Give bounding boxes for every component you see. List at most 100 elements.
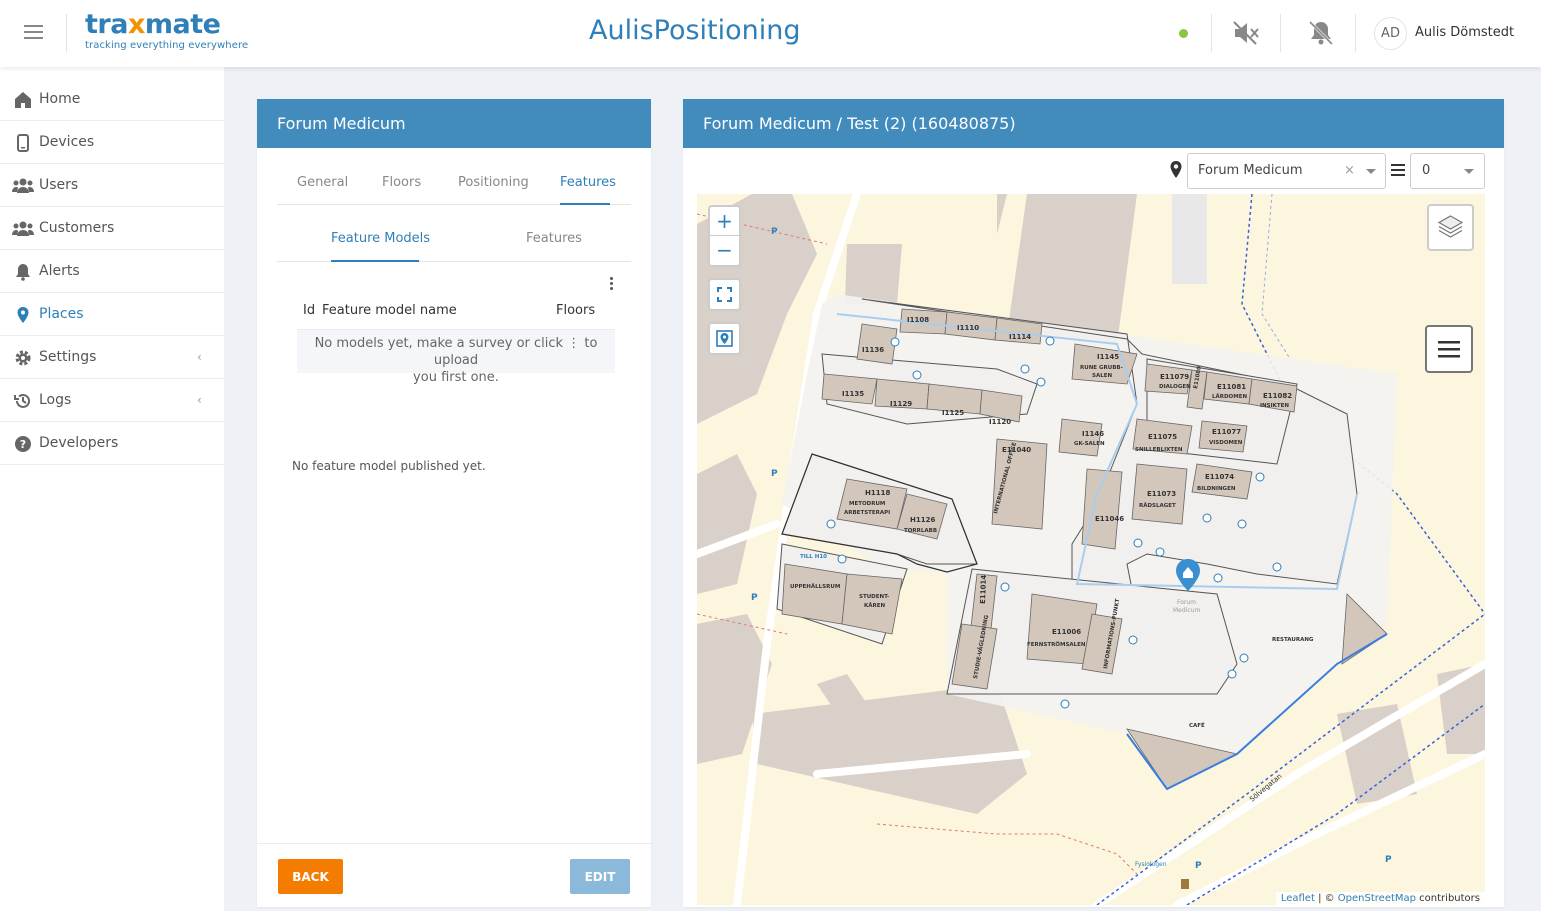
divider bbox=[66, 14, 67, 52]
svg-text:P: P bbox=[771, 469, 778, 479]
bell-off-icon[interactable] bbox=[1307, 20, 1335, 46]
tab-general[interactable]: General bbox=[297, 175, 348, 190]
svg-text:I1125: I1125 bbox=[942, 409, 964, 417]
svg-text:RÅDSLAGET: RÅDSLAGET bbox=[1139, 502, 1176, 509]
svg-text:I1120: I1120 bbox=[989, 418, 1011, 426]
empty-table-message: No models yet, make a survey or click ⋮ … bbox=[297, 329, 615, 385]
more-options-icon[interactable] bbox=[609, 277, 615, 293]
subtab-bar: Feature Models Features bbox=[277, 223, 631, 262]
svg-text:GK-SALEN: GK-SALEN bbox=[1074, 441, 1105, 447]
svg-text:FERNSTRÖMSALEN: FERNSTRÖMSALEN bbox=[1027, 641, 1086, 648]
logo[interactable]: traxmate tracking everything everywhere bbox=[85, 10, 248, 52]
locate-icon bbox=[716, 330, 733, 347]
svg-text:CAFÉ: CAFÉ bbox=[1189, 721, 1205, 729]
svg-text:KÅREN: KÅREN bbox=[864, 602, 886, 609]
sidebar-item-home[interactable]: Home bbox=[0, 78, 224, 121]
subtab-feature-models[interactable]: Feature Models bbox=[331, 231, 430, 246]
clear-icon[interactable]: × bbox=[1344, 154, 1355, 188]
volume-mute-icon[interactable] bbox=[1232, 20, 1260, 46]
divider bbox=[257, 843, 651, 844]
svg-text:H1118: H1118 bbox=[865, 489, 890, 497]
customers-icon bbox=[12, 221, 34, 236]
locate-button[interactable] bbox=[708, 322, 741, 355]
subtab-features[interactable]: Features bbox=[526, 231, 582, 246]
panel-title: Forum Medicum / Test (2) (160480875) bbox=[683, 99, 1504, 148]
sidebar: Home Devices Users Customers Alerts Plac… bbox=[0, 67, 224, 911]
svg-text:P: P bbox=[1385, 855, 1392, 865]
svg-text:I1129: I1129 bbox=[890, 400, 912, 408]
map-view[interactable]: I1108 I1110 I1114 I1136 I1145 RUNE GRUBB… bbox=[697, 194, 1485, 905]
sidebar-item-users[interactable]: Users bbox=[0, 164, 224, 207]
map-pin-icon bbox=[17, 307, 29, 323]
svg-text:P: P bbox=[771, 227, 778, 237]
svg-text:E11074: E11074 bbox=[1205, 473, 1234, 481]
svg-text:METODRUM: METODRUM bbox=[849, 501, 885, 507]
gear-icon bbox=[15, 350, 31, 366]
zoom-out-button[interactable]: − bbox=[710, 236, 739, 265]
place-select[interactable]: Forum Medicum × bbox=[1187, 153, 1386, 189]
map-panel: Forum Medicum / Test (2) (160480875) For… bbox=[683, 99, 1504, 907]
floor-plan-map: I1108 I1110 I1114 I1136 I1145 RUNE GRUBB… bbox=[697, 194, 1485, 905]
svg-text:STUDENT-: STUDENT- bbox=[859, 594, 889, 600]
svg-text:E11077: E11077 bbox=[1212, 428, 1241, 436]
user-name[interactable]: Aulis Dömstedt bbox=[1415, 25, 1514, 40]
layers-icon bbox=[1437, 215, 1464, 238]
edit-button[interactable]: EDIT bbox=[570, 859, 630, 894]
svg-text:E11082: E11082 bbox=[1263, 392, 1292, 400]
map-menu-button[interactable] bbox=[1425, 325, 1473, 373]
divider bbox=[1355, 14, 1356, 52]
chevron-left-icon: ‹ bbox=[197, 350, 202, 364]
fullscreen-button[interactable] bbox=[708, 278, 741, 311]
sidebar-item-settings[interactable]: Settings ‹ bbox=[0, 336, 224, 379]
svg-text:I1146: I1146 bbox=[1082, 430, 1104, 438]
svg-text:E11006: E11006 bbox=[1052, 628, 1081, 636]
svg-text:I1108: I1108 bbox=[907, 316, 929, 324]
sidebar-item-developers[interactable]: ? Developers bbox=[0, 422, 224, 465]
zoom-control: + − bbox=[708, 205, 741, 267]
svg-text:I1114: I1114 bbox=[1009, 333, 1031, 341]
sidebar-item-label: Alerts bbox=[39, 263, 80, 279]
divider bbox=[1211, 14, 1212, 52]
sidebar-item-label: Developers bbox=[39, 435, 119, 451]
sidebar-item-customers[interactable]: Customers bbox=[0, 207, 224, 250]
svg-text:H1126: H1126 bbox=[910, 516, 935, 524]
svg-text:Forum: Forum bbox=[1177, 599, 1196, 606]
svg-text:E11014: E11014 bbox=[979, 575, 988, 605]
top-bar: traxmate tracking everything everywhere … bbox=[0, 0, 1541, 67]
svg-text:Fysiologen: Fysiologen bbox=[1135, 861, 1167, 868]
svg-text:SALEN: SALEN bbox=[1092, 373, 1112, 379]
sidebar-item-label: Places bbox=[39, 306, 84, 322]
sidebar-item-logs[interactable]: Logs ‹ bbox=[0, 379, 224, 422]
tab-positioning[interactable]: Positioning bbox=[458, 175, 529, 190]
panel-title: Forum Medicum bbox=[257, 99, 651, 148]
sidebar-item-label: Settings bbox=[39, 349, 97, 365]
zoom-in-button[interactable]: + bbox=[710, 207, 739, 236]
sidebar-item-label: Customers bbox=[39, 220, 115, 236]
svg-text:E11079: E11079 bbox=[1160, 373, 1189, 381]
history-icon bbox=[14, 393, 30, 408]
osm-link[interactable]: OpenStreetMap bbox=[1338, 893, 1416, 904]
tab-features[interactable]: Features bbox=[560, 175, 616, 190]
svg-text:UPPEHÅLLSRUM: UPPEHÅLLSRUM bbox=[790, 583, 840, 590]
map-pin-icon bbox=[1170, 161, 1182, 178]
back-button[interactable]: BACK bbox=[278, 859, 343, 894]
menu-icon bbox=[1438, 341, 1460, 358]
more-options-icon: ⋮ bbox=[567, 336, 581, 351]
svg-text:Medicum: Medicum bbox=[1173, 607, 1200, 614]
leaflet-link[interactable]: Leaflet bbox=[1281, 893, 1315, 904]
layers-button[interactable] bbox=[1427, 204, 1474, 251]
svg-text:TILL H10: TILL H10 bbox=[800, 554, 827, 560]
tab-floors[interactable]: Floors bbox=[382, 175, 421, 190]
active-tab-indicator bbox=[560, 203, 610, 205]
sidebar-item-label: Logs bbox=[39, 392, 72, 408]
svg-text:E11073: E11073 bbox=[1147, 490, 1176, 498]
svg-text:SNILLEBLIXTEN: SNILLEBLIXTEN bbox=[1135, 447, 1183, 453]
sidebar-item-devices[interactable]: Devices bbox=[0, 121, 224, 164]
svg-text:INSIKTEN: INSIKTEN bbox=[1260, 403, 1289, 409]
avatar[interactable]: AD bbox=[1374, 17, 1407, 50]
svg-text:LÄRDOMEN: LÄRDOMEN bbox=[1212, 393, 1247, 400]
sidebar-item-alerts[interactable]: Alerts bbox=[0, 250, 224, 293]
menu-icon[interactable] bbox=[24, 25, 43, 40]
sidebar-item-places[interactable]: Places bbox=[0, 293, 224, 336]
floor-select[interactable]: 0 bbox=[1410, 153, 1485, 189]
